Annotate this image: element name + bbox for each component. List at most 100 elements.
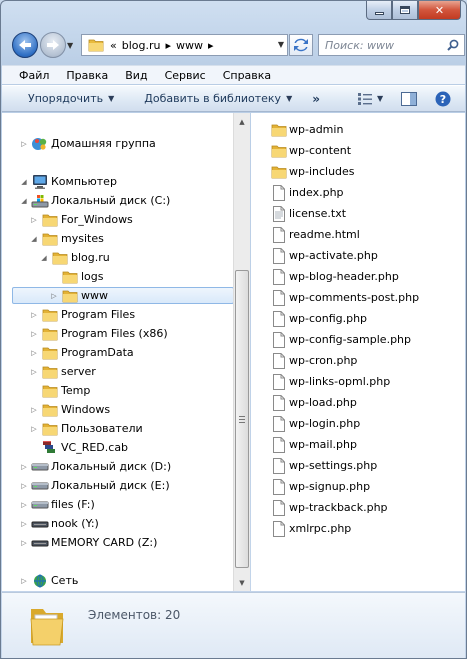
organize-button[interactable]: Упорядочить ▼ [28, 92, 114, 105]
minimize-button[interactable] [366, 1, 392, 20]
tree-item[interactable]: ◢ Локальный диск (C:) [19, 192, 170, 209]
tree-expander[interactable]: ◢ [29, 235, 39, 243]
folder-icon [41, 212, 59, 228]
add-to-library-button[interactable]: Добавить в библиотеку ▼ [144, 92, 292, 105]
file-item[interactable]: wp-config.php [271, 309, 367, 328]
tree-item[interactable]: logs [49, 268, 104, 285]
tree-item[interactable]: ▷ Сеть [19, 572, 78, 589]
tree-item[interactable]: ▷ Локальный диск (E:) [19, 477, 169, 494]
file-item[interactable]: wp-mail.php [271, 435, 357, 454]
breadcrumb-separator[interactable]: ▸ [165, 39, 171, 52]
back-button[interactable] [12, 32, 38, 58]
breadcrumb-overflow[interactable]: « [110, 39, 117, 52]
tree-item[interactable]: ▷ Домашняя группа [19, 135, 155, 152]
tree-expander[interactable]: ▷ [19, 520, 29, 528]
tree-expander[interactable]: ◢ [19, 178, 29, 186]
file-item[interactable]: wp-config-sample.php [271, 330, 411, 349]
tree-item[interactable]: ▷ nook (Y:) [19, 515, 99, 532]
tree-item[interactable]: ▷ www [12, 287, 234, 304]
tree-item-label: server [61, 365, 96, 378]
tree-item[interactable]: ▷ Program Files [29, 306, 135, 323]
file-icon [271, 373, 287, 390]
address-dropdown[interactable]: ▼ [278, 40, 284, 49]
help-button[interactable]: ? [435, 91, 451, 107]
tree-expander[interactable]: ▷ [29, 349, 39, 357]
tree-item[interactable]: ▷ Пользователи [29, 420, 142, 437]
tree-expander[interactable]: ▷ [19, 539, 29, 547]
scroll-thumb[interactable] [235, 270, 249, 568]
forward-button[interactable] [40, 32, 66, 58]
close-button[interactable]: ✕ [418, 1, 461, 20]
menu-tools[interactable]: Сервис [156, 69, 214, 82]
menu-file[interactable]: Файл [2, 69, 57, 82]
file-item[interactable]: wp-cron.php [271, 351, 357, 370]
file-item[interactable]: wp-signup.php [271, 477, 370, 496]
tree-expander[interactable]: ▷ [19, 463, 29, 471]
preview-pane-button[interactable] [401, 91, 418, 106]
tree-item[interactable]: ▷ Локальный диск (D:) [19, 458, 171, 475]
menu-edit[interactable]: Правка [57, 69, 116, 82]
tree-item[interactable]: ▷ ProgramData [29, 344, 133, 361]
search-box[interactable]: Поиск: www [318, 34, 465, 56]
tree-item[interactable]: ▷ MEMORY CARD (Z:) [19, 534, 157, 551]
maximize-button[interactable] [392, 1, 418, 20]
folder-large-icon [27, 603, 67, 647]
tree-item[interactable]: ▷ Windows [29, 401, 110, 418]
tree-item[interactable]: ▷ server [29, 363, 96, 380]
search-icon[interactable] [447, 39, 459, 51]
folder-item[interactable]: wp-content [271, 141, 351, 160]
tree-expander[interactable]: ▷ [29, 425, 39, 433]
chevron-down-icon[interactable]: ▼ [377, 94, 383, 103]
tree-item[interactable]: ◢ Компьютер [19, 173, 117, 190]
menu-help[interactable]: Справка [214, 69, 279, 82]
menu-view[interactable]: Вид [116, 69, 155, 82]
folder-item[interactable]: wp-includes [271, 162, 355, 181]
tree-expander[interactable]: ▷ [29, 330, 39, 338]
folder-item[interactable]: wp-admin [271, 120, 343, 139]
scroll-up-arrow[interactable]: ▲ [234, 113, 250, 130]
file-item[interactable]: wp-activate.php [271, 246, 378, 265]
tree-expander[interactable]: ◢ [19, 197, 29, 205]
tree-item[interactable]: ◢ mysites [29, 230, 104, 247]
breadcrumb-separator[interactable]: ▸ [208, 39, 214, 52]
breadcrumb-www[interactable]: www [176, 39, 203, 52]
tree-expander[interactable]: ▷ [29, 216, 39, 224]
search-input[interactable]: Поиск: www [325, 39, 447, 52]
tree-item[interactable]: Temp [29, 382, 90, 399]
file-item[interactable]: wp-load.php [271, 393, 357, 412]
file-item[interactable]: wp-login.php [271, 414, 360, 433]
tree-expander[interactable]: ▷ [29, 311, 39, 319]
tree-expander[interactable]: ▷ [19, 577, 29, 585]
address-bar[interactable]: « blog.ru ▸ www ▸ ▼ [81, 34, 288, 56]
refresh-button[interactable] [289, 34, 313, 56]
file-item[interactable]: wp-trackback.php [271, 498, 388, 517]
tree-expander[interactable]: ▷ [19, 482, 29, 490]
tree-item[interactable]: ▷ Program Files (x86) [29, 325, 167, 342]
tree-expander[interactable]: ◢ [39, 254, 49, 262]
tree-expander[interactable]: ▷ [19, 140, 29, 148]
scroll-down-arrow[interactable]: ▼ [234, 574, 250, 591]
file-item[interactable]: license.txt [271, 204, 346, 223]
file-item[interactable]: readme.html [271, 225, 360, 244]
file-icon [271, 457, 287, 474]
file-item[interactable]: index.php [271, 183, 344, 202]
file-item[interactable]: wp-blog-header.php [271, 267, 399, 286]
tree-expander[interactable]: ▷ [19, 501, 29, 509]
recent-pages-dropdown[interactable]: ▼ [67, 41, 73, 50]
file-name: wp-links-opml.php [289, 375, 391, 388]
file-item[interactable]: xmlrpc.php [271, 519, 351, 538]
file-item[interactable]: wp-comments-post.php [271, 288, 419, 307]
file-item[interactable]: wp-settings.php [271, 456, 377, 475]
navigation-pane-scrollbar[interactable]: ▲ ▼ [233, 113, 250, 591]
tree-expander[interactable]: ▷ [29, 368, 39, 376]
tree-expander[interactable]: ▷ [49, 292, 59, 300]
tree-item[interactable]: ▷ For_Windows [29, 211, 133, 228]
change-view-button[interactable]: ▼ [358, 92, 383, 105]
breadcrumb-blog-ru[interactable]: blog.ru [122, 39, 161, 52]
tree-item[interactable]: ◢ blog.ru [39, 249, 109, 266]
tree-item[interactable]: VC_RED.cab [29, 439, 128, 456]
tree-expander[interactable]: ▷ [29, 406, 39, 414]
tree-item[interactable]: ▷ files (F:) [19, 496, 94, 513]
more-commands-button[interactable]: » [312, 92, 320, 106]
file-item[interactable]: wp-links-opml.php [271, 372, 390, 391]
